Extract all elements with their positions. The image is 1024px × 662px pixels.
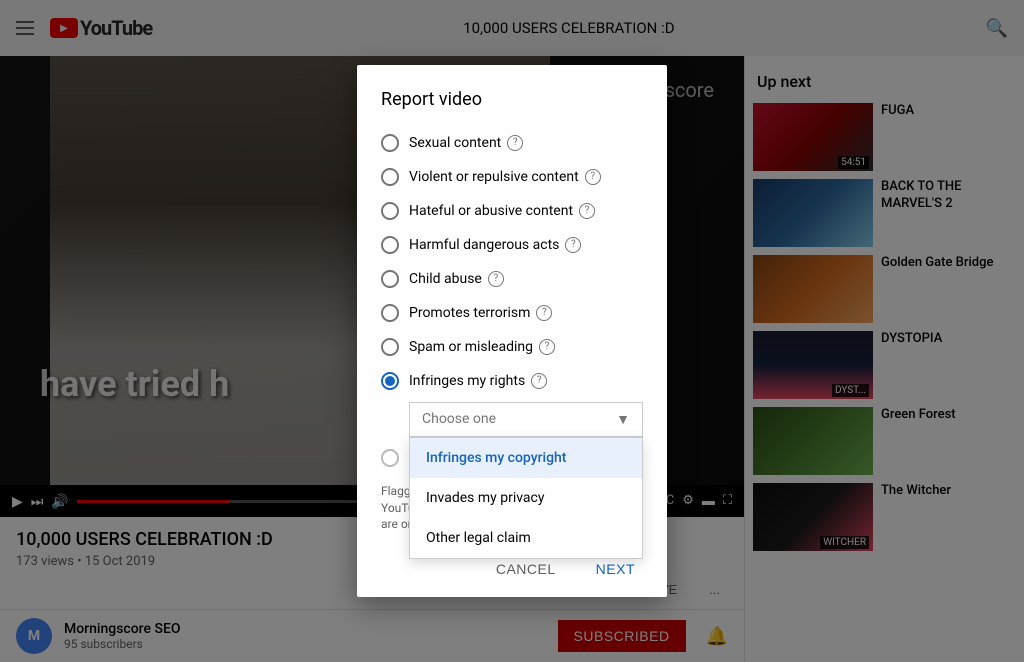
help-icon-terrorism[interactable]: ? bbox=[536, 305, 552, 321]
option-label-violent: Violent or repulsive content ? bbox=[409, 169, 601, 185]
option-label-sexual: Sexual content ? bbox=[409, 135, 523, 151]
dialog-title: Report video bbox=[357, 89, 667, 126]
radio-rights bbox=[381, 372, 399, 390]
option-label-child: Child abuse ? bbox=[409, 271, 504, 287]
dropdown-item-privacy[interactable]: Invades my privacy bbox=[410, 478, 642, 518]
option-text-terrorism: Promotes terrorism bbox=[409, 305, 530, 321]
radio-child bbox=[381, 270, 399, 288]
radio-sexual bbox=[381, 134, 399, 152]
option-spam[interactable]: Spam or misleading ? bbox=[357, 330, 667, 364]
option-text-sexual: Sexual content bbox=[409, 135, 501, 151]
dropdown-item-legal[interactable]: Other legal claim bbox=[410, 518, 642, 558]
radio-harmful bbox=[381, 236, 399, 254]
option-harmful[interactable]: Harmful dangerous acts ? bbox=[357, 228, 667, 262]
option-text-harmful: Harmful dangerous acts bbox=[409, 237, 559, 253]
modal-overlay: Report video Sexual content ? Violent or… bbox=[0, 0, 1024, 662]
help-icon-rights[interactable]: ? bbox=[531, 373, 547, 389]
help-icon-hateful[interactable]: ? bbox=[579, 203, 595, 219]
chevron-down-icon: ▼ bbox=[616, 411, 630, 428]
radio-violent bbox=[381, 168, 399, 186]
radio-terrorism bbox=[381, 304, 399, 322]
radio-hateful bbox=[381, 202, 399, 220]
dropdown-menu: Infringes my copyright Invades my privac… bbox=[409, 437, 643, 559]
option-text-spam: Spam or misleading bbox=[409, 339, 533, 355]
option-text-child: Child abuse bbox=[409, 271, 482, 287]
help-icon-sexual[interactable]: ? bbox=[507, 135, 523, 151]
dropdown-selected-text: Choose one bbox=[422, 411, 496, 427]
option-rights[interactable]: Infringes my rights ? bbox=[357, 364, 667, 398]
option-text-violent: Violent or repulsive content bbox=[409, 169, 579, 185]
radio-spam bbox=[381, 338, 399, 356]
option-label-terrorism: Promotes terrorism ? bbox=[409, 305, 552, 321]
option-sexual[interactable]: Sexual content ? bbox=[357, 126, 667, 160]
help-icon-child[interactable]: ? bbox=[488, 271, 504, 287]
option-label-rights: Infringes my rights ? bbox=[409, 373, 547, 389]
option-label-harmful: Harmful dangerous acts ? bbox=[409, 237, 581, 253]
option-child[interactable]: Child abuse ? bbox=[357, 262, 667, 296]
option-violent[interactable]: Violent or repulsive content ? bbox=[357, 160, 667, 194]
help-icon-violent[interactable]: ? bbox=[585, 169, 601, 185]
help-icon-spam[interactable]: ? bbox=[539, 339, 555, 355]
dropdown-trigger[interactable]: Choose one ▼ bbox=[409, 402, 643, 437]
option-text-hateful: Hateful or abusive content bbox=[409, 203, 573, 219]
option-label-hateful: Hateful or abusive content ? bbox=[409, 203, 595, 219]
report-dialog: Report video Sexual content ? Violent or… bbox=[357, 65, 667, 597]
option-terrorism[interactable]: Promotes terrorism ? bbox=[357, 296, 667, 330]
option-hateful[interactable]: Hateful or abusive content ? bbox=[357, 194, 667, 228]
dropdown-item-copyright[interactable]: Infringes my copyright bbox=[410, 438, 642, 478]
option-label-spam: Spam or misleading ? bbox=[409, 339, 555, 355]
option-text-rights: Infringes my rights bbox=[409, 373, 525, 389]
help-icon-harmful[interactable]: ? bbox=[565, 237, 581, 253]
dropdown-container: Choose one ▼ Infringes my copyright Inva… bbox=[409, 402, 643, 437]
radio-other bbox=[381, 449, 399, 467]
